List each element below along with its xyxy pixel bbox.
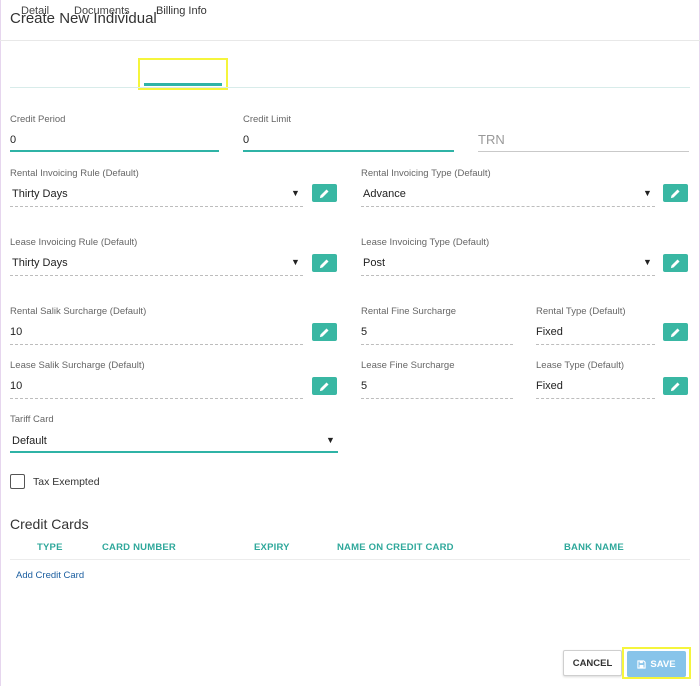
rental-invoicing-type-label: Rental Invoicing Type (Default) [361,168,491,179]
lease-fine-surcharge-underline [361,398,513,399]
lease-salik-surcharge-underline [10,398,303,399]
rental-salik-surcharge-edit-button[interactable] [312,323,337,341]
active-tab-indicator [144,83,222,86]
rental-salik-surcharge-label: Rental Salik Surcharge (Default) [10,306,147,317]
lease-invoicing-type-label: Lease Invoicing Type (Default) [361,237,490,248]
lease-type-label: Lease Type (Default) [536,360,625,371]
trn-input[interactable]: TRN [478,131,688,149]
rental-type-edit-button[interactable] [663,323,688,341]
rental-type-input[interactable]: Fixed [536,323,651,341]
tariff-card-underline [10,451,338,453]
rental-invoicing-type-edit-button[interactable] [663,184,688,202]
dialog-frame [0,0,700,686]
rental-invoicing-rule-underline [10,206,303,207]
tabs-divider [10,87,690,88]
lease-invoicing-rule-underline [10,275,303,276]
floppy-disk-icon [637,659,647,669]
tax-exempted-label: Tax Exempted [33,476,100,488]
pencil-icon [319,188,329,198]
tab-billing-info[interactable]: Billing Info [156,0,207,26]
rental-invoicing-rule-select[interactable]: Thirty Days [12,185,287,203]
column-header-card-number[interactable]: CARD NUMBER [102,542,176,553]
save-button[interactable]: SAVE [627,651,686,677]
rental-salik-surcharge-underline [10,344,303,345]
pencil-icon [670,188,680,198]
caret-down-icon[interactable]: ▼ [643,188,652,198]
lease-salik-surcharge-label: Lease Salik Surcharge (Default) [10,360,145,371]
pencil-icon [670,258,680,268]
caret-down-icon[interactable]: ▼ [643,257,652,267]
lease-invoicing-type-underline [361,275,655,276]
rental-invoicing-type-select[interactable]: Advance [363,185,638,203]
lease-type-underline [536,398,655,399]
pencil-icon [670,381,680,391]
credit-period-input[interactable]: 0 [10,131,218,149]
rental-type-label: Rental Type (Default) [536,306,626,317]
lease-salik-surcharge-edit-button[interactable] [312,377,337,395]
rental-salik-surcharge-input[interactable]: 10 [10,323,295,341]
tariff-card-select[interactable]: Default [12,432,312,450]
pencil-icon [319,381,329,391]
rental-fine-surcharge-input[interactable]: 5 [361,323,511,341]
pencil-icon [670,327,680,337]
title-divider [0,40,700,41]
column-header-expiry[interactable]: EXPIRY [254,542,290,553]
lease-invoicing-type-select[interactable]: Post [363,254,638,272]
lease-invoicing-rule-label: Lease Invoicing Rule (Default) [10,237,138,248]
credit-limit-label: Credit Limit [243,114,292,125]
caret-down-icon[interactable]: ▼ [291,257,300,267]
tax-exempted-checkbox[interactable] [10,474,25,489]
save-button-label: SAVE [650,658,676,670]
table-header-divider [10,559,690,560]
rental-invoicing-rule-edit-button[interactable] [312,184,337,202]
tab-detail[interactable]: Detail [21,0,49,26]
trn-underline [478,151,689,152]
credit-limit-underline [243,150,454,152]
lease-type-input[interactable]: Fixed [536,377,651,395]
lease-invoicing-type-edit-button[interactable] [663,254,688,272]
lease-type-edit-button[interactable] [663,377,688,395]
credit-limit-input[interactable]: 0 [243,131,453,149]
column-header-bank-name[interactable]: BANK NAME [564,542,624,553]
lease-invoicing-rule-edit-button[interactable] [312,254,337,272]
lease-invoicing-rule-select[interactable]: Thirty Days [12,254,287,272]
column-header-name-on-card[interactable]: NAME ON CREDIT CARD [337,542,454,553]
lease-fine-surcharge-input[interactable]: 5 [361,377,511,395]
credit-period-underline [10,150,219,152]
rental-type-underline [536,344,655,345]
credit-cards-title: Credit Cards [10,516,89,532]
rental-invoicing-type-underline [361,206,655,207]
caret-down-icon[interactable]: ▼ [291,188,300,198]
tab-documents[interactable]: Documents [74,0,130,26]
add-credit-card-link[interactable]: Add Credit Card [16,570,84,581]
rental-fine-surcharge-label: Rental Fine Surcharge [361,306,457,317]
credit-period-label: Credit Period [10,114,66,125]
tariff-card-label: Tariff Card [10,414,54,425]
caret-down-icon[interactable]: ▼ [326,435,335,445]
rental-fine-surcharge-underline [361,344,513,345]
lease-salik-surcharge-input[interactable]: 10 [10,377,295,395]
cancel-button-label: CANCEL [572,657,613,669]
column-header-type[interactable]: TYPE [37,542,63,553]
lease-fine-surcharge-label: Lease Fine Surcharge [361,360,455,371]
cancel-button[interactable]: CANCEL [563,650,622,676]
rental-invoicing-rule-label: Rental Invoicing Rule (Default) [10,168,139,179]
pencil-icon [319,258,329,268]
pencil-icon [319,327,329,337]
